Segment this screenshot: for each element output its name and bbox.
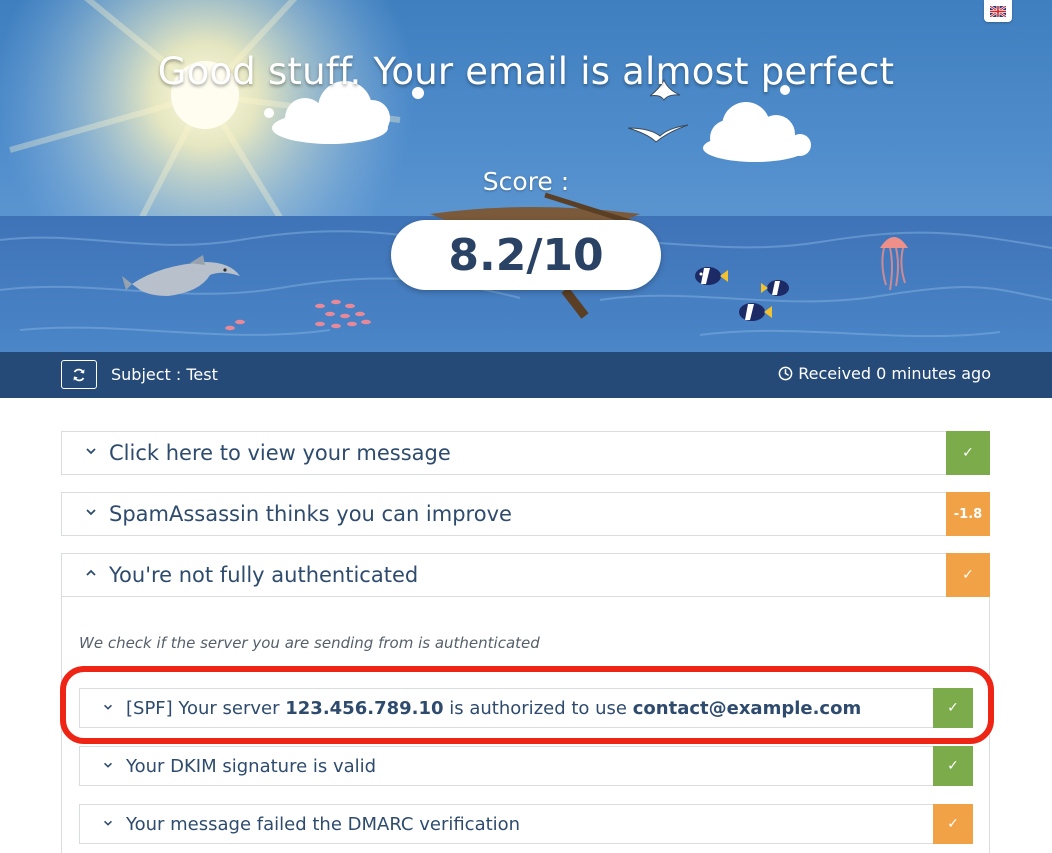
status-badge: ✓ <box>933 746 973 786</box>
spamassassin-panel[interactable]: SpamAssassin thinks you can improve -1.8 <box>61 492 990 536</box>
status-badge: ✓ <box>946 553 990 597</box>
dmarc-check-row[interactable]: Your message failed the DMARC verificati… <box>79 804 973 844</box>
email-subject: Subject : Test <box>111 365 218 384</box>
spf-check-row[interactable]: [SPF] Your server 123.456.789.10 is auth… <box>79 688 973 728</box>
status-badge: ✓ <box>933 804 973 844</box>
received-time-label: Received 0 minutes ago <box>798 364 991 383</box>
refresh-button[interactable] <box>61 360 97 389</box>
result-headline: Good stuff. Your email is almost perfect <box>157 50 895 93</box>
cloud-right <box>703 85 811 162</box>
chevron-down-icon <box>104 762 112 768</box>
chevron-down-icon <box>86 509 96 516</box>
received-time: Received 0 minutes ago <box>778 364 991 383</box>
chevron-down-icon <box>104 704 112 710</box>
status-badge: ✓ <box>946 431 990 475</box>
authentication-panel[interactable]: You're not fully authenticated ✓ <box>61 553 990 597</box>
spf-prefix: [SPF] Your server <box>126 698 286 719</box>
dkim-check-label: Your DKIM signature is valid <box>126 756 377 777</box>
chevron-up-icon <box>86 569 96 576</box>
score-label: Score : <box>482 167 570 196</box>
dkim-check-row[interactable]: Your DKIM signature is valid ✓ <box>79 746 973 786</box>
uk-flag-icon <box>990 5 1006 17</box>
chevron-down-icon <box>86 448 96 455</box>
panel-label: Click here to view your message <box>109 441 451 465</box>
chevron-down-icon <box>104 820 112 826</box>
dmarc-check-label: Your message failed the DMARC verificati… <box>126 814 521 835</box>
spf-check-label: [SPF] Your server 123.456.789.10 is auth… <box>126 698 861 719</box>
refresh-icon <box>73 368 85 381</box>
view-message-panel[interactable]: Click here to view your message ✓ <box>61 431 990 475</box>
hero-banner: Good stuff. Your email is almost perfect… <box>0 0 1052 352</box>
authentication-description: We check if the server you are sending f… <box>79 634 540 652</box>
clock-icon <box>778 366 793 381</box>
spf-middle-text: is authorized to use <box>443 698 633 719</box>
language-switch-button[interactable] <box>984 0 1012 22</box>
score-badge: 8.2/10 <box>391 220 661 290</box>
score-penalty-badge: -1.8 <box>946 492 990 536</box>
server-ip: 123.456.789.10 <box>285 698 444 719</box>
score-value: 8.2/10 <box>448 229 604 281</box>
status-badge: ✓ <box>933 688 973 728</box>
panel-label: SpamAssassin thinks you can improve <box>109 502 512 526</box>
panel-label: You're not fully authenticated <box>109 563 419 587</box>
subject-bar: Subject : Test Received 0 minutes ago <box>0 352 1052 398</box>
sender-email: contact@example.com <box>632 698 862 719</box>
